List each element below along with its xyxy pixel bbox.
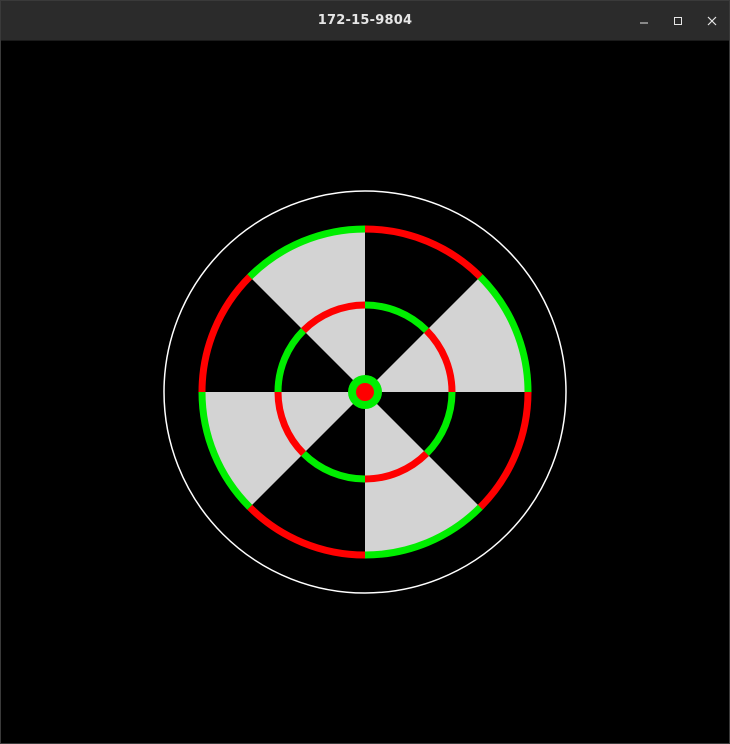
close-button[interactable] — [695, 1, 729, 40]
bullseye-red-center — [356, 383, 374, 401]
drawing-canvas[interactable] — [1, 41, 729, 743]
maximize-icon — [674, 16, 682, 25]
window-title: 172-15-9804 — [317, 13, 413, 28]
window-controls — [627, 1, 729, 40]
minimize-button[interactable] — [627, 1, 661, 40]
maximize-button[interactable] — [661, 1, 695, 40]
app-window: 172-15-9804 — [0, 0, 730, 744]
minimize-icon — [640, 22, 648, 23]
title-bar[interactable]: 172-15-9804 — [1, 1, 729, 41]
close-icon — [707, 16, 717, 25]
target-graphic — [163, 190, 567, 594]
